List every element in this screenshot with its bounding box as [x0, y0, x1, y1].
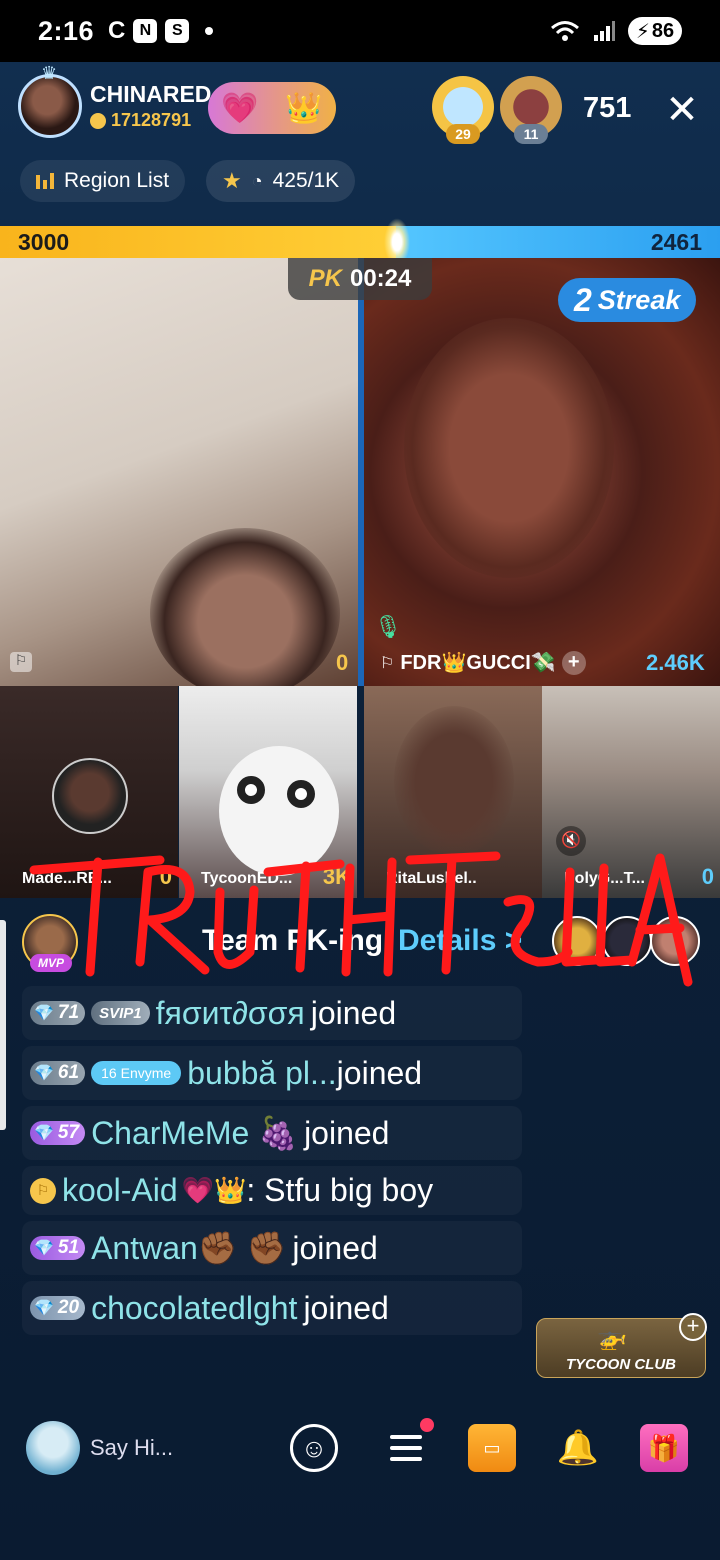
chat-feed: 💎 71 SVIP1 fяσиτ∂σσя joined 💎 61 16 Envyme … [22, 986, 522, 1341]
host-video[interactable] [0, 258, 358, 686]
diamond-icon: 💎 [34, 1005, 54, 1022]
say-hi-input[interactable]: Say Hi... [26, 1420, 266, 1476]
pk-countdown: 00:24 [349, 265, 412, 292]
user-badge-icon: ⚐ [30, 1177, 56, 1204]
chat-message-text: : Stfu big boy [246, 1172, 434, 1208]
chat-join-row[interactable]: 💎 61 16 Envyme bubbă pl... joined [22, 1046, 522, 1100]
chat-action: joined [304, 1114, 390, 1151]
host-face [150, 528, 340, 686]
pk-timer: PK 00:24 [288, 258, 432, 300]
battery-level: 86 [651, 19, 675, 42]
user-level-badge: 💎 20 [30, 1296, 86, 1320]
opponent-gift-score: 2.46K [646, 650, 705, 675]
chat-join-row[interactable]: 💎 51 Antwan✊🏾 ✊🏾 joined [22, 1221, 522, 1275]
drawer-handle[interactable] [0, 920, 6, 1130]
diamond-icon: 💎 [34, 1240, 54, 1257]
chat-username[interactable]: CharMeMe 🍇 [91, 1114, 298, 1152]
chat-action: joined [310, 994, 397, 1031]
status-notification-icons: C N S [108, 17, 214, 45]
notification-s-icon: S [165, 19, 190, 43]
say-hi-placeholder: Say Hi... [90, 1435, 174, 1460]
user-level-badge: 💎 57 [30, 1121, 86, 1145]
streak-number: 2 [574, 281, 592, 318]
diamond-icon: 💎 [34, 1065, 54, 1082]
battery-indicator: ⚡ 86 [628, 17, 682, 45]
follow-plus-icon[interactable]: + [561, 650, 586, 675]
chat-action: joined [303, 1289, 389, 1326]
status-right-icons: ⚡ 86 [550, 17, 682, 45]
opponent-face [404, 318, 614, 578]
chat-join-row[interactable]: 💎 20 chocolatedlght joined [22, 1281, 522, 1335]
flag-icon: ⚐ [10, 652, 32, 672]
bottom-bar: Say Hi... ☺ ▭ 🔔 🎁 [0, 1410, 720, 1500]
pk-logo: PK [308, 265, 342, 292]
chat-action: joined [292, 1229, 378, 1266]
notification-n-icon: N [133, 19, 158, 43]
add-icon[interactable]: + [679, 1313, 707, 1341]
treasure-chest-icon[interactable]: ▭ [468, 1424, 516, 1472]
user-level-badge: 💎 71 [30, 1001, 86, 1025]
diamond-icon: 💎 [34, 1125, 54, 1142]
chat-username[interactable]: bubbă pl... [187, 1055, 336, 1092]
svip-badge: SVIP1 [91, 1001, 150, 1025]
wifi-icon [551, 21, 579, 41]
opponent-name: FDR👑GUCCI💸 [400, 652, 556, 674]
user-avatar [26, 1421, 80, 1475]
opponent-name-tag[interactable]: ⚐ FDR👑GUCCI💸 + [380, 650, 586, 675]
gift-icon[interactable]: 🎁 [640, 1424, 688, 1472]
host-gift-score: 0 [336, 650, 349, 675]
emoji-icon[interactable]: ☺ [290, 1424, 338, 1472]
flag-icon: ⚐ [380, 654, 395, 672]
user-level-badge: 💎 61 [30, 1061, 86, 1085]
chat-username[interactable]: Antwan✊🏾 ✊🏾 [91, 1229, 286, 1267]
chat-action: joined [336, 1054, 423, 1091]
cell-signal-icon [594, 21, 615, 41]
heart-badge-icon: 💗👑 [181, 1175, 247, 1205]
status-time: 2:16 [38, 15, 95, 46]
microphone-icon: 🎙 [374, 614, 402, 639]
chat-username[interactable]: chocolatedlght [91, 1290, 297, 1327]
chat-join-row[interactable]: 💎 57 CharMeMe 🍇 joined [22, 1106, 522, 1160]
opponent-video[interactable] [364, 258, 720, 686]
chat-username[interactable]: fяσиτ∂σσя [156, 995, 305, 1032]
notification-c-icon: C [108, 17, 126, 44]
streak-label: Streak [597, 284, 681, 315]
user-level-badge: 💎 51 [30, 1236, 86, 1260]
chat-join-row[interactable]: 💎 71 SVIP1 fяσиτ∂σσя joined [22, 986, 522, 1040]
chat-username[interactable]: kool-Aid [62, 1172, 178, 1209]
more-notifications-dot-icon [205, 27, 214, 35]
bell-icon[interactable]: 🔔 [554, 1424, 602, 1472]
bolt-icon: ⚡ [635, 20, 650, 43]
helicopter-icon: 🚁 [597, 1324, 627, 1351]
notification-dot [420, 1418, 434, 1432]
tycoon-club-banner[interactable]: 🚁 TYCOON CLUB + [536, 1313, 707, 1378]
diamond-icon: 💎 [34, 1300, 54, 1317]
status-bar: 2:16 C N S ⚡ 86 [0, 0, 720, 62]
tycoon-club-label: TYCOON CLUB [566, 1356, 676, 1373]
win-streak-badge: 2 Streak [558, 278, 697, 322]
fan-club-badge: 16 Envyme [91, 1061, 182, 1085]
handwritten-watermark [29, 851, 693, 987]
chat-message-row[interactable]: ⚐ kool-Aid 💗👑 : Stfu big boy [22, 1166, 522, 1215]
